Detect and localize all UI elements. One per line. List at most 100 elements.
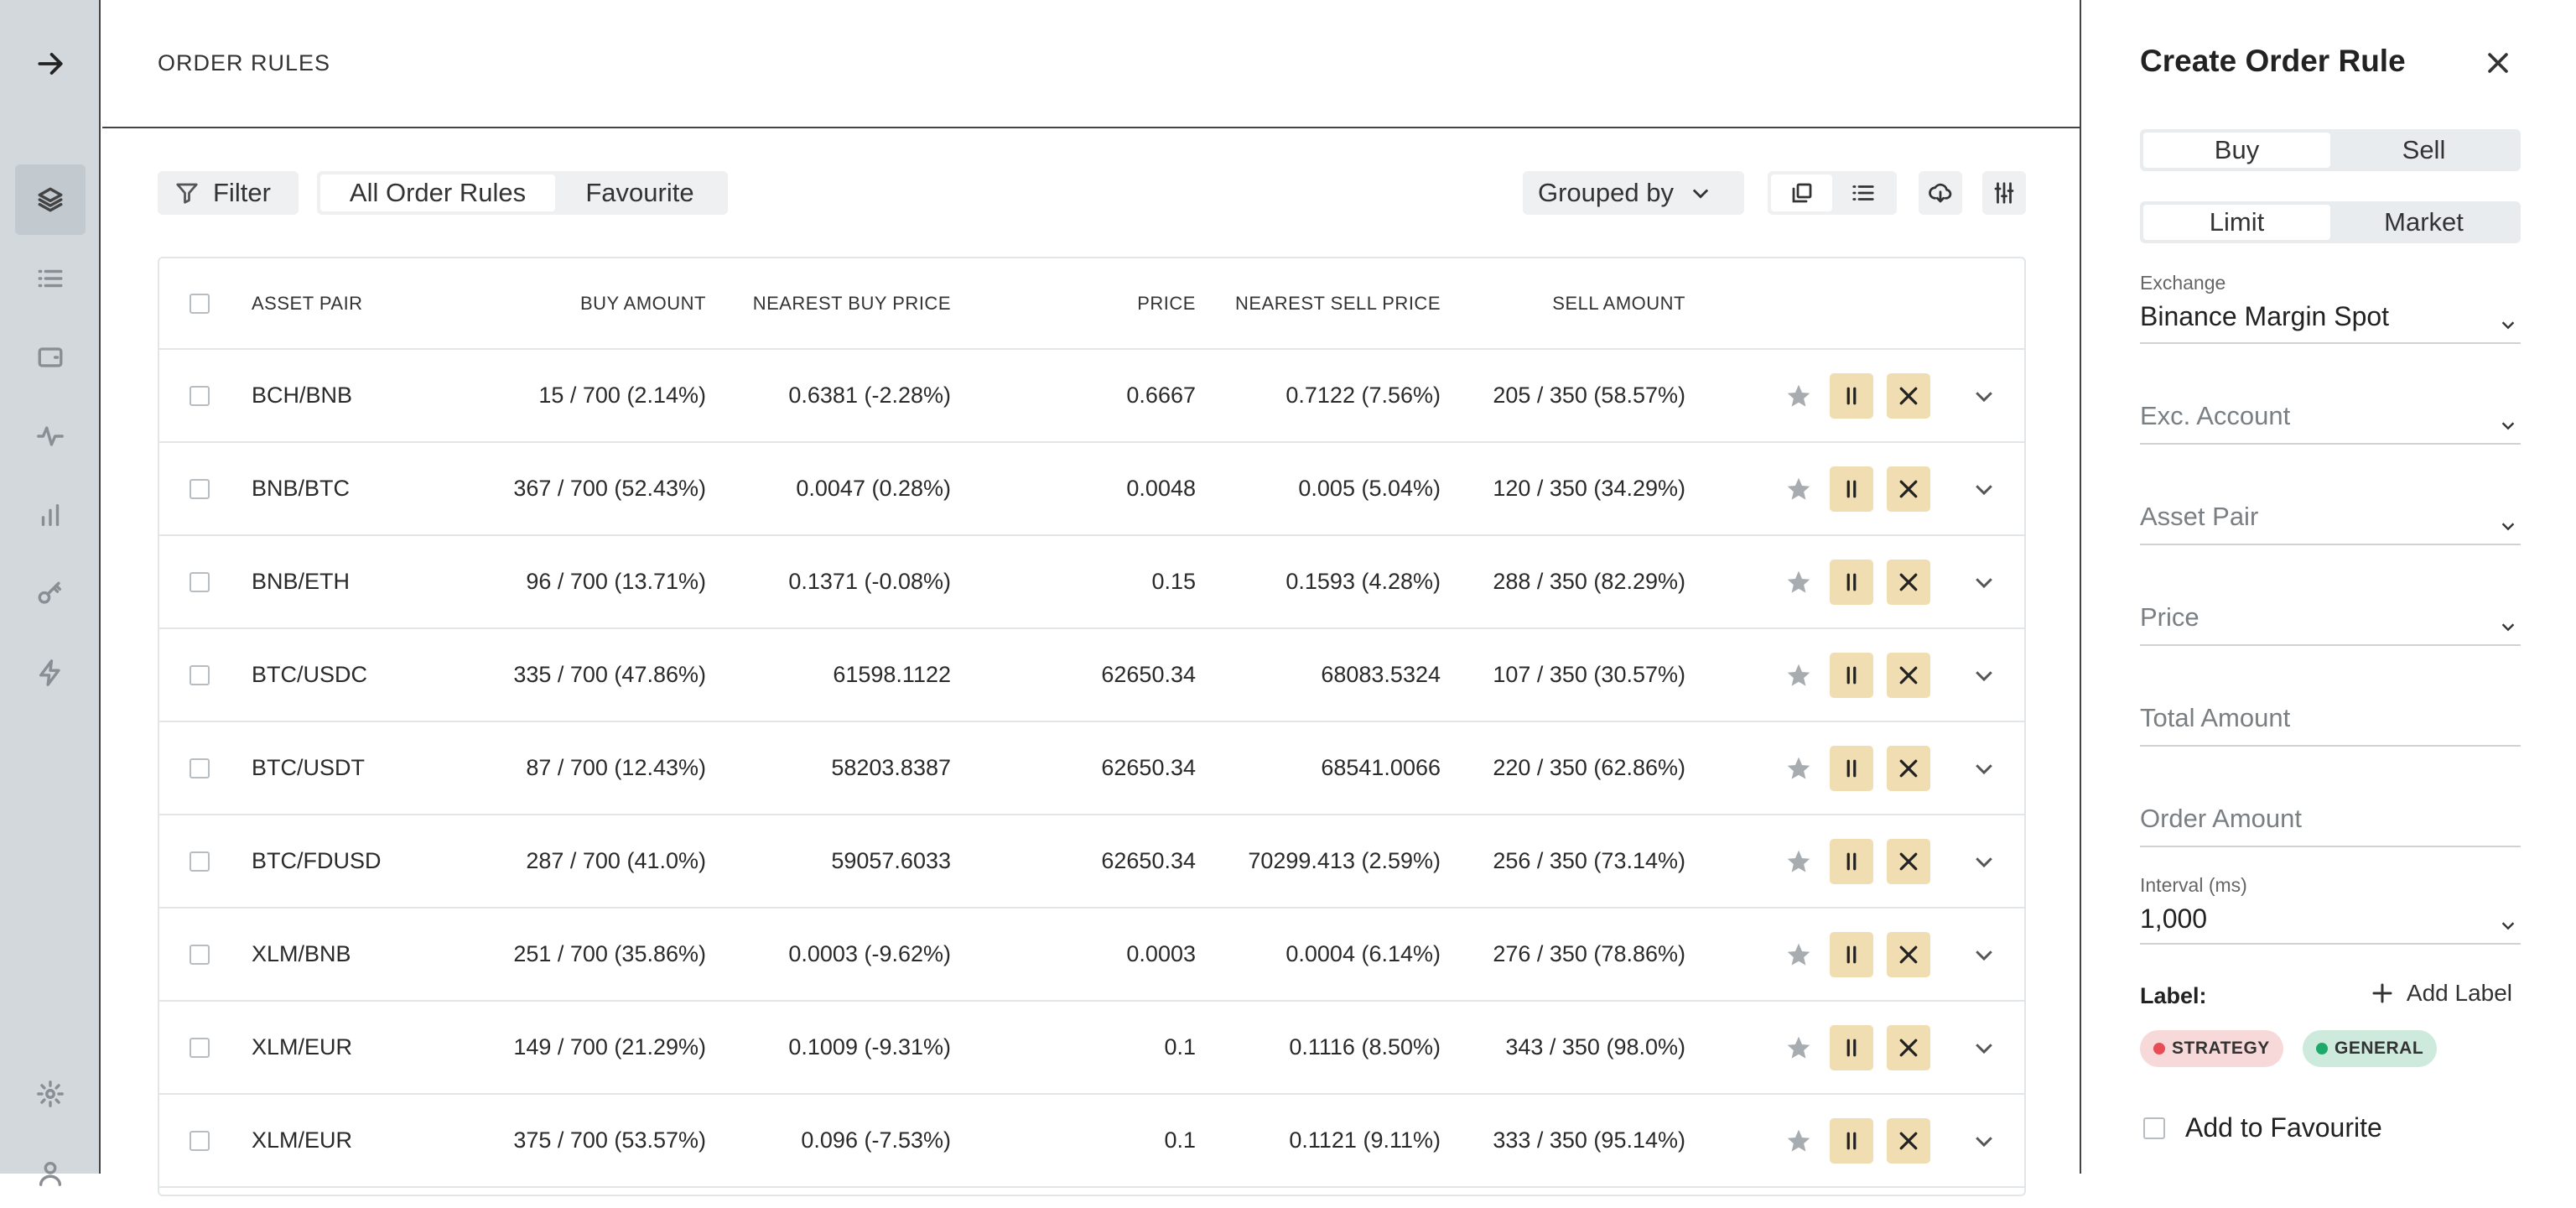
order-amount-input[interactable]: Order Amount <box>2140 804 2521 847</box>
favourite-star-button[interactable] <box>1782 909 1815 1000</box>
nav-settings[interactable] <box>15 1059 86 1129</box>
nav-profile[interactable] <box>15 1138 86 1208</box>
delete-button[interactable] <box>1887 560 1930 605</box>
table-row[interactable]: XLM/EUR 375 / 700 (53.57%) 0.096 (-7.53%… <box>159 1095 2024 1188</box>
price-cell: 0.0003 <box>1126 941 1196 966</box>
expand-row-button[interactable] <box>1969 722 1999 814</box>
favourite-star-button[interactable] <box>1782 722 1815 814</box>
favourite-star-button[interactable] <box>1782 1002 1815 1093</box>
table-row[interactable]: XLM/BNB 251 / 700 (35.86%) 0.0003 (-9.62… <box>159 909 2024 1002</box>
row-checkbox[interactable] <box>190 350 211 441</box>
delete-button[interactable] <box>1887 1025 1930 1070</box>
pause-button[interactable] <box>1830 1025 1873 1070</box>
expand-row-button[interactable] <box>1969 815 1999 907</box>
close-panel-button[interactable] <box>2484 49 2512 77</box>
expand-row-button[interactable] <box>1969 629 1999 721</box>
expand-rail-button[interactable] <box>15 29 86 99</box>
favourite-star-button[interactable] <box>1782 1095 1815 1186</box>
nav-list[interactable] <box>15 243 86 314</box>
grouped-by-label: Grouped by <box>1538 178 1674 207</box>
favourite-star-button[interactable] <box>1782 443 1815 534</box>
table-row[interactable]: BCH/BNB 15 / 700 (2.14%) 0.6381 (-2.28%)… <box>159 350 2024 443</box>
price-select[interactable]: Price <box>2140 602 2521 646</box>
favourite-star-button[interactable] <box>1782 536 1815 627</box>
row-checkbox[interactable] <box>190 1002 211 1093</box>
expand-row-button[interactable] <box>1969 1095 1999 1186</box>
list-view-button[interactable] <box>1832 174 1893 211</box>
pause-button[interactable] <box>1830 653 1873 698</box>
table-row[interactable]: BTC/USDC 335 / 700 (47.86%) 61598.1122 6… <box>159 629 2024 722</box>
label-chip-general[interactable]: GENERAL <box>2303 1030 2438 1067</box>
table-row[interactable]: BTC/FDUSD 287 / 700 (41.0%) 59057.6033 6… <box>159 815 2024 909</box>
add-to-favourite-checkbox[interactable]: Add to Favourite <box>2143 1112 2382 1143</box>
expand-row-button[interactable] <box>1969 909 1999 1000</box>
add-label-button[interactable]: Add Label <box>2370 980 2512 1007</box>
column-header-asset-pair[interactable]: ASSET PAIR <box>252 258 363 348</box>
limit-option[interactable]: Limit <box>2143 205 2330 240</box>
favourite-star-button[interactable] <box>1782 629 1815 721</box>
total-amount-placeholder: Total Amount <box>2140 703 2291 732</box>
row-checkbox[interactable] <box>190 629 211 721</box>
column-header-buy-amount[interactable]: BUY AMOUNT <box>580 258 706 348</box>
delete-button[interactable] <box>1887 1118 1930 1164</box>
favourite-star-button[interactable] <box>1782 350 1815 441</box>
tab-favourite[interactable]: Favourite <box>555 174 724 211</box>
delete-button[interactable] <box>1887 653 1930 698</box>
row-checkbox[interactable] <box>190 1095 211 1186</box>
expand-row-button[interactable] <box>1969 1002 1999 1093</box>
table-row[interactable]: XLM/EUR 149 / 700 (21.29%) 0.1009 (-9.31… <box>159 1002 2024 1095</box>
pause-icon <box>1846 759 1857 778</box>
column-settings-button[interactable] <box>1982 171 2026 215</box>
sell-option[interactable]: Sell <box>2330 133 2517 168</box>
interval-select[interactable]: Interval (ms) 1,000 <box>2140 874 2521 945</box>
favourite-star-button[interactable] <box>1782 815 1815 907</box>
delete-button[interactable] <box>1887 466 1930 512</box>
expand-row-button[interactable] <box>1969 443 1999 534</box>
nav-wallet[interactable] <box>15 322 86 393</box>
nav-statistics[interactable] <box>15 480 86 550</box>
total-amount-input[interactable]: Total Amount <box>2140 703 2521 747</box>
row-checkbox[interactable] <box>190 722 211 814</box>
grouped-by-dropdown[interactable]: Grouped by <box>1523 171 1744 215</box>
delete-button[interactable] <box>1887 746 1930 791</box>
column-header-price[interactable]: PRICE <box>1137 258 1196 348</box>
label-chip-strategy[interactable]: STRATEGY <box>2140 1030 2283 1067</box>
exc-account-select[interactable]: Exc. Account <box>2140 401 2521 445</box>
row-checkbox[interactable] <box>190 909 211 1000</box>
pause-button[interactable] <box>1830 1118 1873 1164</box>
asset-pair-select[interactable]: Asset Pair <box>2140 502 2521 545</box>
table-row[interactable]: BNB/BTC 367 / 700 (52.43%) 0.0047 (0.28%… <box>159 443 2024 536</box>
column-header-nearest-sell-price[interactable]: NEAREST SELL PRICE <box>1235 258 1441 348</box>
row-checkbox[interactable] <box>190 536 211 627</box>
expand-row-button[interactable] <box>1969 350 1999 441</box>
pause-button[interactable] <box>1830 932 1873 977</box>
market-option[interactable]: Market <box>2330 205 2517 240</box>
pause-button[interactable] <box>1830 466 1873 512</box>
pause-button[interactable] <box>1830 560 1873 605</box>
delete-button[interactable] <box>1887 932 1930 977</box>
row-checkbox[interactable] <box>190 815 211 907</box>
table-row[interactable]: BTC/USDT 87 / 700 (12.43%) 58203.8387 62… <box>159 722 2024 815</box>
column-header-sell-amount[interactable]: SELL AMOUNT <box>1552 258 1685 348</box>
table-row[interactable]: BNB/ETH 96 / 700 (13.71%) 0.1371 (-0.08%… <box>159 536 2024 629</box>
pause-button[interactable] <box>1830 373 1873 419</box>
row-checkbox[interactable] <box>190 443 211 534</box>
buy-amount-cell: 87 / 700 (12.43%) <box>526 755 706 780</box>
delete-button[interactable] <box>1887 373 1930 419</box>
pause-button[interactable] <box>1830 746 1873 791</box>
nav-automation[interactable] <box>15 638 86 708</box>
nav-order-rules[interactable] <box>15 164 86 235</box>
nav-activity[interactable] <box>15 401 86 471</box>
pause-button[interactable] <box>1830 839 1873 884</box>
select-all-checkbox[interactable] <box>190 258 211 348</box>
buy-option[interactable]: Buy <box>2143 133 2330 168</box>
download-button[interactable] <box>1919 171 1962 215</box>
tab-all-order-rules[interactable]: All Order Rules <box>320 174 555 211</box>
filter-button[interactable]: Filter <box>158 171 299 215</box>
card-view-button[interactable] <box>1771 174 1832 211</box>
delete-button[interactable] <box>1887 839 1930 884</box>
exchange-select[interactable]: Exchange Binance Margin Spot <box>2140 272 2521 344</box>
column-header-nearest-buy-price[interactable]: NEAREST BUY PRICE <box>753 258 951 348</box>
expand-row-button[interactable] <box>1969 536 1999 627</box>
nav-api-keys[interactable] <box>15 559 86 629</box>
